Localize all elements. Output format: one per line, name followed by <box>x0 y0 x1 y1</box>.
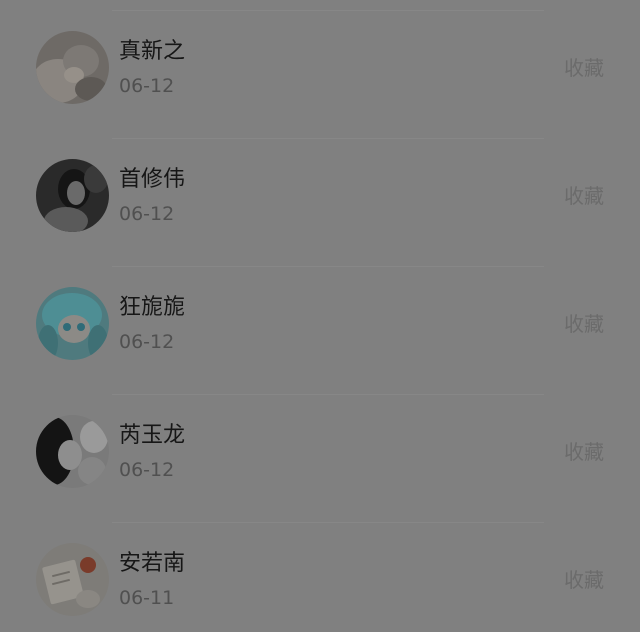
contact-date: 06-12 <box>119 75 175 97</box>
contact-list: 真新之 06-12 收藏 首修伟 06-12 收藏 狂旎旎 06-12 收藏 芮… <box>0 0 640 632</box>
favorite-button[interactable]: 收藏 <box>564 439 604 465</box>
contact-name: 狂旎旎 <box>119 295 186 320</box>
list-item[interactable]: 首修伟 06-12 收藏 <box>0 130 640 258</box>
contact-date: 06-12 <box>119 203 175 225</box>
avatar[interactable] <box>36 287 109 360</box>
avatar[interactable] <box>36 31 109 104</box>
avatar[interactable] <box>36 159 109 232</box>
favorite-button[interactable]: 收藏 <box>564 55 604 81</box>
list-item[interactable]: 狂旎旎 06-12 收藏 <box>0 258 640 386</box>
contact-date: 06-11 <box>119 587 175 609</box>
favorite-button[interactable]: 收藏 <box>564 311 604 337</box>
contact-name: 真新之 <box>119 39 186 64</box>
contact-name: 芮玉龙 <box>119 423 186 448</box>
favorite-button[interactable]: 收藏 <box>564 567 604 593</box>
contact-date: 06-12 <box>119 331 175 353</box>
list-item[interactable]: 真新之 06-12 收藏 <box>0 2 640 130</box>
contact-name: 安若南 <box>119 551 186 576</box>
contact-date: 06-12 <box>119 459 175 481</box>
avatar[interactable] <box>36 543 109 616</box>
favorite-button[interactable]: 收藏 <box>564 183 604 209</box>
list-item[interactable]: 芮玉龙 06-12 收藏 <box>0 386 640 514</box>
avatar[interactable] <box>36 415 109 488</box>
list-item[interactable]: 安若南 06-11 收藏 <box>0 514 640 632</box>
contact-name: 首修伟 <box>119 167 186 192</box>
